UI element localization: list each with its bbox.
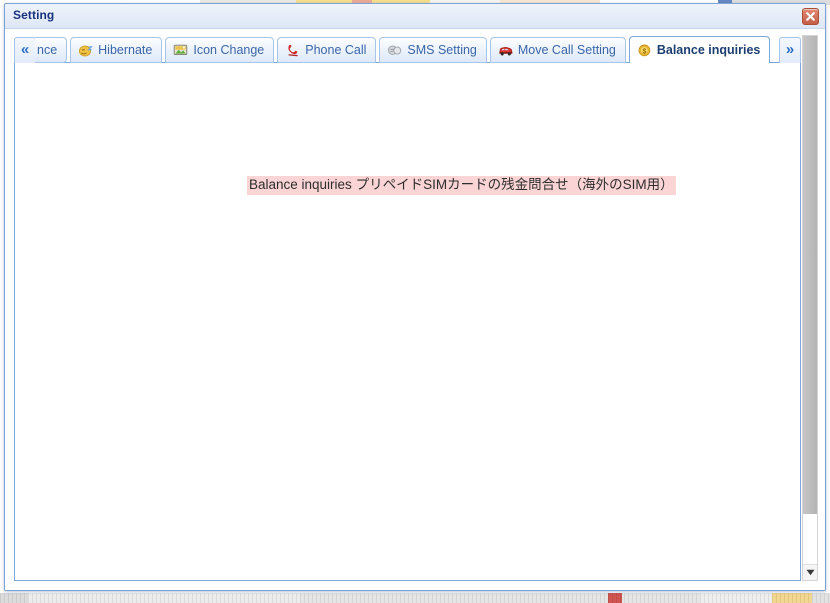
- tab-content-area: Balance inquiries プリペイドSIMカードの残金問合せ（海外のS…: [14, 62, 801, 581]
- gold-coin-icon: $: [638, 44, 651, 56]
- tab-label: SMS Setting: [407, 42, 477, 57]
- tab-icon-change[interactable]: Icon Change: [165, 37, 275, 63]
- page-title: Setting: [13, 8, 55, 22]
- tab-label: Icon Change: [193, 42, 265, 57]
- tab-panel: « nce Hibernate Icon Change Phone Call SMS S…: [14, 35, 801, 581]
- chevron-down-icon: [806, 569, 814, 576]
- tab-strip: « nce Hibernate Icon Change Phone Call SMS S…: [14, 35, 801, 63]
- window-body: « nce Hibernate Icon Change Phone Call SMS S…: [5, 29, 825, 590]
- svg-text:$: $: [642, 48, 646, 55]
- chevron-right-double-icon: »: [785, 41, 795, 58]
- red-car-icon: [499, 46, 513, 55]
- picture-icon: [174, 44, 188, 55]
- sleep-face-icon: [79, 45, 94, 56]
- silver-sms-icon: [388, 45, 402, 55]
- tab-label: Hibernate: [98, 42, 153, 57]
- tab-label: Phone Call: [305, 42, 367, 57]
- scroll-down-button[interactable]: [803, 564, 817, 580]
- chevron-left-double-icon: «: [20, 41, 30, 58]
- balance-inquiries-description: Balance inquiries プリペイドSIMカードの残金問合せ（海外のS…: [247, 176, 676, 195]
- tab-balance-inquiries[interactable]: $ Balance inquiries: [628, 36, 771, 63]
- window-title-bar: Setting: [5, 4, 825, 29]
- taskbar-texture: [0, 593, 830, 603]
- close-button[interactable]: [802, 8, 819, 25]
- scroll-thumb[interactable]: [803, 36, 817, 514]
- tab-sms-setting[interactable]: SMS Setting: [379, 37, 487, 63]
- scroll-track[interactable]: [803, 514, 817, 564]
- tab-label: nce: [37, 42, 58, 57]
- vertical-scrollbar[interactable]: [802, 35, 818, 581]
- setting-window: Setting « nce Hibernate Icon Change Phone C…: [4, 3, 826, 591]
- red-telephone-icon: [288, 44, 299, 56]
- tab-label: Balance inquiries: [656, 42, 761, 57]
- tab-label: Move Call Setting: [517, 42, 616, 57]
- close-x-icon: [806, 12, 815, 21]
- tab-nce[interactable]: nce: [35, 37, 68, 63]
- tab-hibernate[interactable]: Hibernate: [70, 37, 163, 63]
- tab-move-call-setting[interactable]: Move Call Setting: [489, 37, 626, 63]
- scroll-tabs-left-button[interactable]: «: [14, 37, 36, 63]
- tab-phone-call[interactable]: Phone Call: [277, 37, 377, 63]
- tab-list: nce Hibernate Icon Change Phone Call SMS Set…: [35, 35, 778, 63]
- scroll-tabs-right-button[interactable]: »: [779, 37, 801, 63]
